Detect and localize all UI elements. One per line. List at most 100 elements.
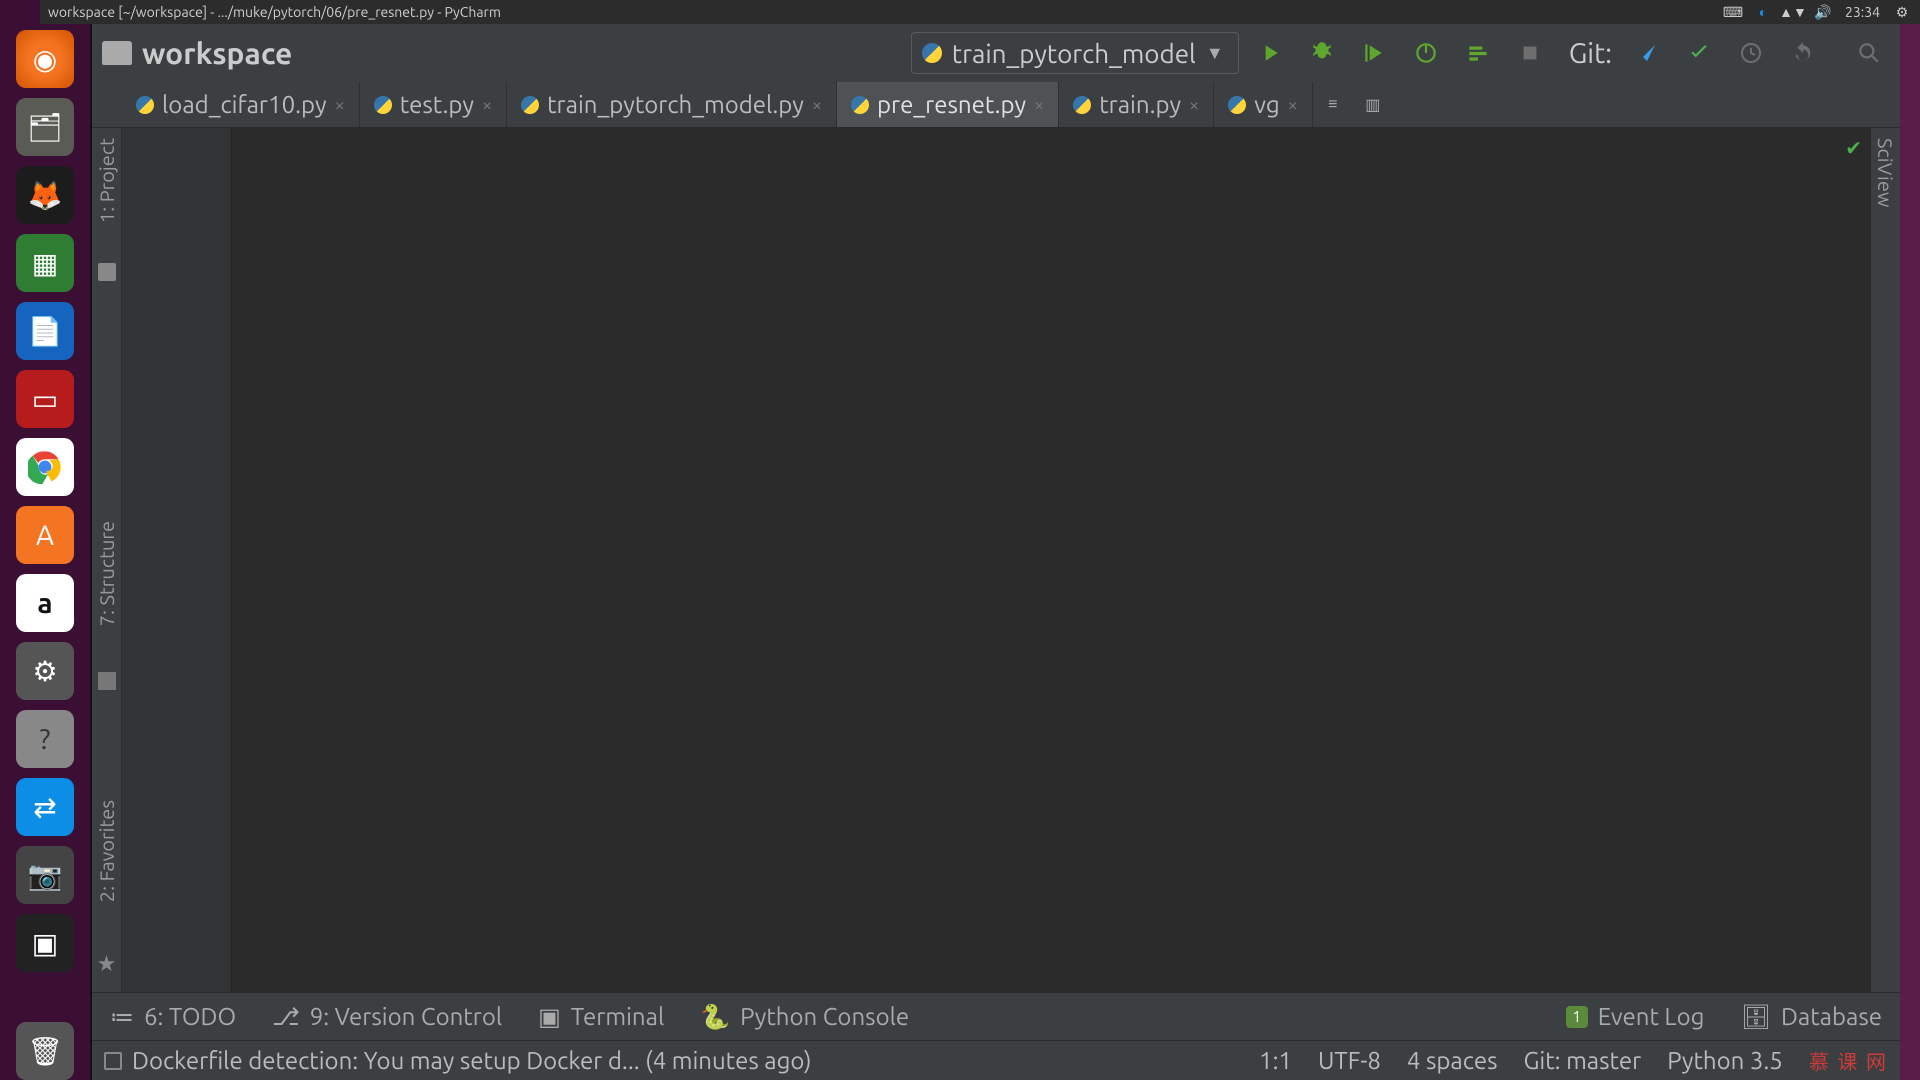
tool-label: Database bbox=[1781, 1003, 1882, 1030]
tab-vg[interactable]: vg × bbox=[1214, 82, 1313, 127]
tab-test[interactable]: test.py × bbox=[360, 82, 507, 127]
window-title: workspace [~/workspace] - .../muke/pytor… bbox=[40, 4, 1725, 20]
search-everywhere-button[interactable] bbox=[1848, 32, 1890, 74]
vcs-rollback-button[interactable] bbox=[1782, 32, 1824, 74]
vcs-commit-button[interactable] bbox=[1678, 32, 1720, 74]
code-editor[interactable]: ✔ bbox=[232, 128, 1870, 992]
star-icon: ★ bbox=[97, 951, 117, 977]
libreoffice-writer-icon[interactable]: 📄 bbox=[16, 302, 74, 360]
tabs-dropdown-button[interactable]: ▥ bbox=[1353, 82, 1393, 127]
tool-terminal-tab[interactable]: ▣ Terminal bbox=[538, 1003, 664, 1031]
help-icon[interactable]: ? bbox=[16, 710, 74, 768]
tab-label: train_pytorch_model.py bbox=[547, 91, 804, 118]
project-folder-icon[interactable] bbox=[102, 41, 132, 65]
firefox-icon[interactable]: 🦊 bbox=[16, 166, 74, 224]
close-icon[interactable]: × bbox=[812, 95, 822, 115]
ubuntu-software-icon[interactable]: A bbox=[16, 506, 74, 564]
close-icon[interactable]: × bbox=[1189, 95, 1199, 115]
libreoffice-impress-icon[interactable]: ▭ bbox=[16, 370, 74, 428]
ubuntu-launcher: ◉ 🗂 🦊 ▦ 📄 ▭ A a ⚙ ? ⇄ PC 📷 ▣ 🗑 bbox=[0, 0, 90, 1080]
network-icon[interactable]: ▲▼ bbox=[1785, 4, 1801, 20]
tab-label: test.py bbox=[400, 91, 474, 118]
python-icon: 🐍 bbox=[700, 1003, 730, 1031]
git-branch[interactable]: Git: master bbox=[1523, 1047, 1641, 1074]
indent-settings[interactable]: 4 spaces bbox=[1407, 1047, 1498, 1074]
tool-label: Terminal bbox=[571, 1003, 664, 1030]
vcs-history-button[interactable] bbox=[1730, 32, 1772, 74]
tool-event-log-tab[interactable]: 1 Event Log bbox=[1566, 1003, 1705, 1030]
watermark: 慕 课 网 bbox=[1809, 1046, 1888, 1075]
teamviewer-tray-icon[interactable]: ◐ bbox=[1755, 4, 1771, 20]
screenshot-icon[interactable]: 📷 bbox=[16, 846, 74, 904]
close-icon[interactable]: × bbox=[1034, 95, 1044, 115]
session-gear-icon[interactable]: ⚙ bbox=[1894, 4, 1910, 20]
run-config-selector[interactable]: train_pytorch_model ▼ bbox=[911, 32, 1239, 74]
status-text: Dockerfile detection: You may setup Dock… bbox=[132, 1047, 812, 1074]
profile-button[interactable] bbox=[1405, 32, 1447, 74]
tool-project-tab[interactable]: 1: Project bbox=[95, 138, 118, 223]
tool-database-tab[interactable]: 🗄 Database bbox=[1740, 1003, 1882, 1031]
project-name[interactable]: workspace bbox=[142, 36, 292, 70]
run-button[interactable] bbox=[1249, 32, 1291, 74]
status-message[interactable]: Dockerfile detection: You may setup Dock… bbox=[104, 1047, 812, 1074]
tab-pre-resnet[interactable]: pre_resnet.py × bbox=[837, 82, 1059, 127]
structure-icon bbox=[98, 672, 116, 690]
python-file-icon bbox=[374, 96, 392, 114]
system-tray: ⌨ ◐ ▲▼ 🔊 23:34 ⚙ bbox=[1725, 4, 1920, 20]
left-tool-stripe: 1: Project 7: Structure 2: Favorites ★ bbox=[92, 128, 122, 992]
tool-favorites-tab[interactable]: 2: Favorites bbox=[95, 800, 118, 902]
pycharm-window: workspace train_pytorch_model ▼ Git: bbox=[90, 24, 1900, 1080]
ubuntu-dash-icon[interactable]: ◉ bbox=[16, 30, 74, 88]
tab-train-pytorch-model[interactable]: train_pytorch_model.py × bbox=[507, 82, 837, 127]
terminal-icon: ▣ bbox=[538, 1003, 561, 1031]
vcs-update-button[interactable] bbox=[1626, 32, 1668, 74]
caret-position[interactable]: 1:1 bbox=[1259, 1047, 1292, 1074]
tab-label: vg bbox=[1254, 91, 1279, 118]
close-icon[interactable]: × bbox=[482, 95, 492, 115]
run-coverage-button[interactable] bbox=[1353, 32, 1395, 74]
volume-icon[interactable]: 🔊 bbox=[1815, 4, 1831, 20]
editor-gutter[interactable] bbox=[122, 128, 232, 992]
clock[interactable]: 23:34 bbox=[1845, 4, 1880, 20]
editor-area: ✔ bbox=[122, 128, 1870, 992]
python-file-icon bbox=[136, 96, 154, 114]
tab-load-cifar10[interactable]: load_cifar10.py × bbox=[122, 82, 360, 127]
python-interpreter[interactable]: Python 3.5 bbox=[1667, 1047, 1783, 1074]
tool-vcs-tab[interactable]: ⎇ 9: Version Control bbox=[272, 1003, 502, 1031]
close-icon[interactable]: × bbox=[1288, 95, 1298, 115]
libreoffice-calc-icon[interactable]: ▦ bbox=[16, 234, 74, 292]
debug-button[interactable] bbox=[1301, 32, 1343, 74]
file-encoding[interactable]: UTF-8 bbox=[1318, 1047, 1381, 1074]
status-bar: Dockerfile detection: You may setup Dock… bbox=[92, 1040, 1900, 1080]
tool-sciview-tab[interactable]: SciView bbox=[1874, 138, 1897, 207]
trash-icon[interactable]: 🗑 bbox=[16, 1022, 74, 1080]
teamviewer-icon[interactable]: ⇄ bbox=[16, 778, 74, 836]
chrome-icon[interactable] bbox=[16, 438, 74, 496]
tool-label: Python Console bbox=[740, 1003, 909, 1030]
tool-python-console-tab[interactable]: 🐍 Python Console bbox=[700, 1003, 909, 1031]
system-settings-icon[interactable]: ⚙ bbox=[16, 642, 74, 700]
keyboard-indicator-icon[interactable]: ⌨ bbox=[1725, 4, 1741, 20]
list-icon: ≔ bbox=[110, 1003, 134, 1031]
branch-icon: ⎇ bbox=[272, 1003, 300, 1031]
files-icon[interactable]: 🗂 bbox=[16, 98, 74, 156]
main-toolbar: workspace train_pytorch_model ▼ Git: bbox=[92, 24, 1900, 82]
tool-structure-tab[interactable]: 7: Structure bbox=[95, 521, 118, 626]
toolwindow-toggle-icon[interactable] bbox=[104, 1052, 122, 1070]
stop-button[interactable] bbox=[1509, 32, 1551, 74]
chevron-down-icon: ▼ bbox=[1206, 43, 1224, 64]
tabs-overflow-button[interactable]: ≡ bbox=[1313, 82, 1353, 127]
folder-icon bbox=[98, 263, 116, 281]
tool-todo-tab[interactable]: ≔ 6: TODO bbox=[110, 1003, 236, 1031]
right-tool-stripe: SciView bbox=[1870, 128, 1900, 992]
analysis-ok-icon[interactable]: ✔ bbox=[1845, 136, 1862, 160]
python-file-icon bbox=[1228, 96, 1246, 114]
amazon-icon[interactable]: a bbox=[16, 574, 74, 632]
concurrency-button[interactable] bbox=[1457, 32, 1499, 74]
close-icon[interactable]: × bbox=[335, 95, 345, 115]
database-icon: 🗄 bbox=[1740, 1003, 1770, 1031]
main-area: 1: Project 7: Structure 2: Favorites ★ ✔… bbox=[92, 128, 1900, 992]
terminal-icon[interactable]: ▣ bbox=[16, 914, 74, 972]
tab-train[interactable]: train.py × bbox=[1059, 82, 1214, 127]
editor-tabs: load_cifar10.py × test.py × train_pytorc… bbox=[92, 82, 1900, 128]
